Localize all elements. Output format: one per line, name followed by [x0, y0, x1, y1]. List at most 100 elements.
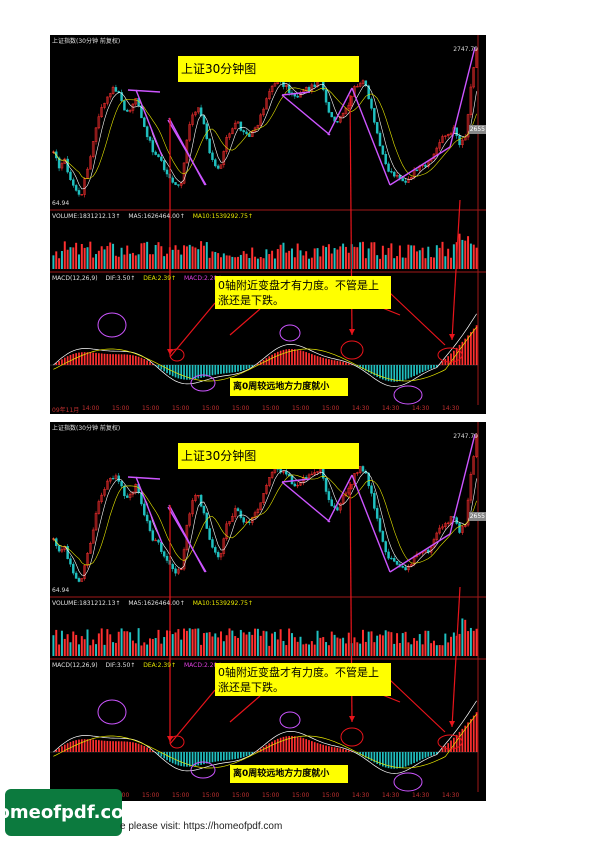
candle — [404, 567, 407, 571]
candle — [381, 531, 385, 542]
x-tick-label: 14:30 — [412, 405, 430, 412]
x-tick-label: 15:00 — [202, 792, 220, 799]
annotation-arrow — [451, 199, 461, 341]
candle — [216, 552, 220, 558]
chart-canvas — [50, 422, 486, 792]
annotation-arrowhead — [349, 716, 355, 722]
volume-ma5: MA5:1626464.00↑ — [128, 213, 185, 220]
x-tick-label: 15:00 — [172, 405, 190, 412]
macd-dea: DEA:2.39↑ — [143, 662, 177, 669]
trend-line — [127, 476, 161, 480]
trend-line — [389, 146, 451, 186]
candle — [327, 101, 331, 113]
far-from-zero-note: 离0周较远地方力度就小 — [230, 378, 348, 396]
candle — [145, 126, 149, 138]
candle — [239, 121, 243, 131]
macd-dea-line — [53, 326, 477, 382]
candle — [72, 179, 75, 186]
x-tick-label: 14:00 — [82, 405, 100, 412]
candle — [143, 503, 146, 516]
macd-dif: DIF:3.50↑ — [105, 662, 136, 669]
candle — [384, 153, 387, 165]
candle — [324, 478, 328, 492]
candle — [199, 494, 203, 507]
candle — [171, 177, 174, 183]
x-tick-label: 15:00 — [322, 405, 340, 412]
candle — [373, 493, 376, 509]
candle — [216, 165, 220, 169]
candle — [162, 551, 166, 557]
candle — [236, 508, 240, 512]
highlight-circle — [393, 385, 423, 405]
price-high-label: 2747.79 — [453, 433, 478, 440]
candle — [214, 159, 217, 167]
candle — [390, 171, 393, 173]
footer-link-text[interactable]: e please visit: https://homeofpdf.com — [120, 821, 282, 832]
site-logo[interactable]: homeofpdf.com — [0, 789, 142, 836]
candle — [126, 109, 129, 112]
volume-header: VOLUME:1831212.13↑ MA5:1626464.00↑ MA10:… — [52, 213, 259, 220]
candle — [151, 530, 155, 541]
volume-ma10: MA10:1539292.75↑ — [192, 213, 253, 220]
candle — [336, 121, 339, 123]
candle — [384, 541, 387, 553]
candle — [330, 112, 333, 118]
candle — [239, 510, 243, 518]
candle — [401, 178, 404, 182]
candle — [378, 518, 382, 532]
candle — [208, 138, 211, 154]
price-low-label: 64.94 — [52, 587, 70, 594]
candle — [330, 499, 333, 507]
candle — [248, 521, 251, 523]
candle — [77, 578, 81, 582]
candle — [202, 115, 206, 125]
candle — [174, 568, 177, 574]
candle — [293, 483, 297, 487]
candle — [304, 477, 308, 479]
candle — [245, 131, 248, 135]
chart-title-note: 上证30分钟图 — [178, 443, 359, 469]
price-mid-label: 2655 — [468, 125, 486, 134]
far-from-zero-note: 离0周较远地方力度就小 — [230, 765, 348, 783]
candle — [165, 169, 169, 175]
candle — [395, 561, 399, 565]
x-tick-label: 15:00 — [322, 792, 340, 799]
candle — [165, 555, 169, 561]
chart-panel-top: 上证指数(30分钟 前复权) VOLUME:1831212.13↑ MA5:16… — [50, 35, 486, 414]
candle — [455, 127, 458, 136]
x-tick-label: 15:00 — [262, 792, 280, 799]
candle — [162, 160, 166, 171]
trend-line — [389, 533, 451, 573]
trend-line — [127, 89, 161, 93]
candle — [378, 132, 382, 147]
candle — [327, 491, 331, 500]
candle — [375, 508, 379, 519]
candle — [390, 557, 393, 560]
highlight-circle — [97, 312, 127, 338]
candle — [214, 547, 217, 553]
annotation-line — [389, 679, 446, 733]
chart-panel-bottom: 上证指数(30分钟 前复权) VOLUME:1831212.13↑ MA5:16… — [50, 422, 486, 801]
candle — [177, 184, 180, 186]
macd-header: MACD(12,26,9) DIF:3.50↑ DEA:2.39↑ MACD:2… — [52, 275, 228, 282]
macd-params: MACD(12,26,9) — [52, 275, 98, 282]
x-tick-label: 09年11月 — [52, 407, 80, 414]
zero-axis-note: 0轴附近变盘才有力度。不管是上涨还是下跌。 — [215, 663, 391, 696]
candle — [117, 475, 120, 482]
trend-line — [281, 481, 331, 523]
candle — [145, 514, 149, 522]
candle — [392, 558, 396, 562]
candle — [143, 117, 146, 127]
candle — [111, 478, 115, 480]
x-tick-label: 15:00 — [292, 405, 310, 412]
highlight-circle — [340, 340, 364, 360]
candle — [370, 98, 373, 109]
candle — [148, 136, 152, 141]
candle — [69, 558, 72, 565]
highlight-circle — [279, 324, 301, 342]
annotation-arrow — [451, 586, 461, 728]
highlight-circle — [437, 734, 463, 750]
annotation-arrowhead — [449, 334, 455, 340]
candle — [307, 87, 311, 92]
candle — [160, 156, 163, 161]
